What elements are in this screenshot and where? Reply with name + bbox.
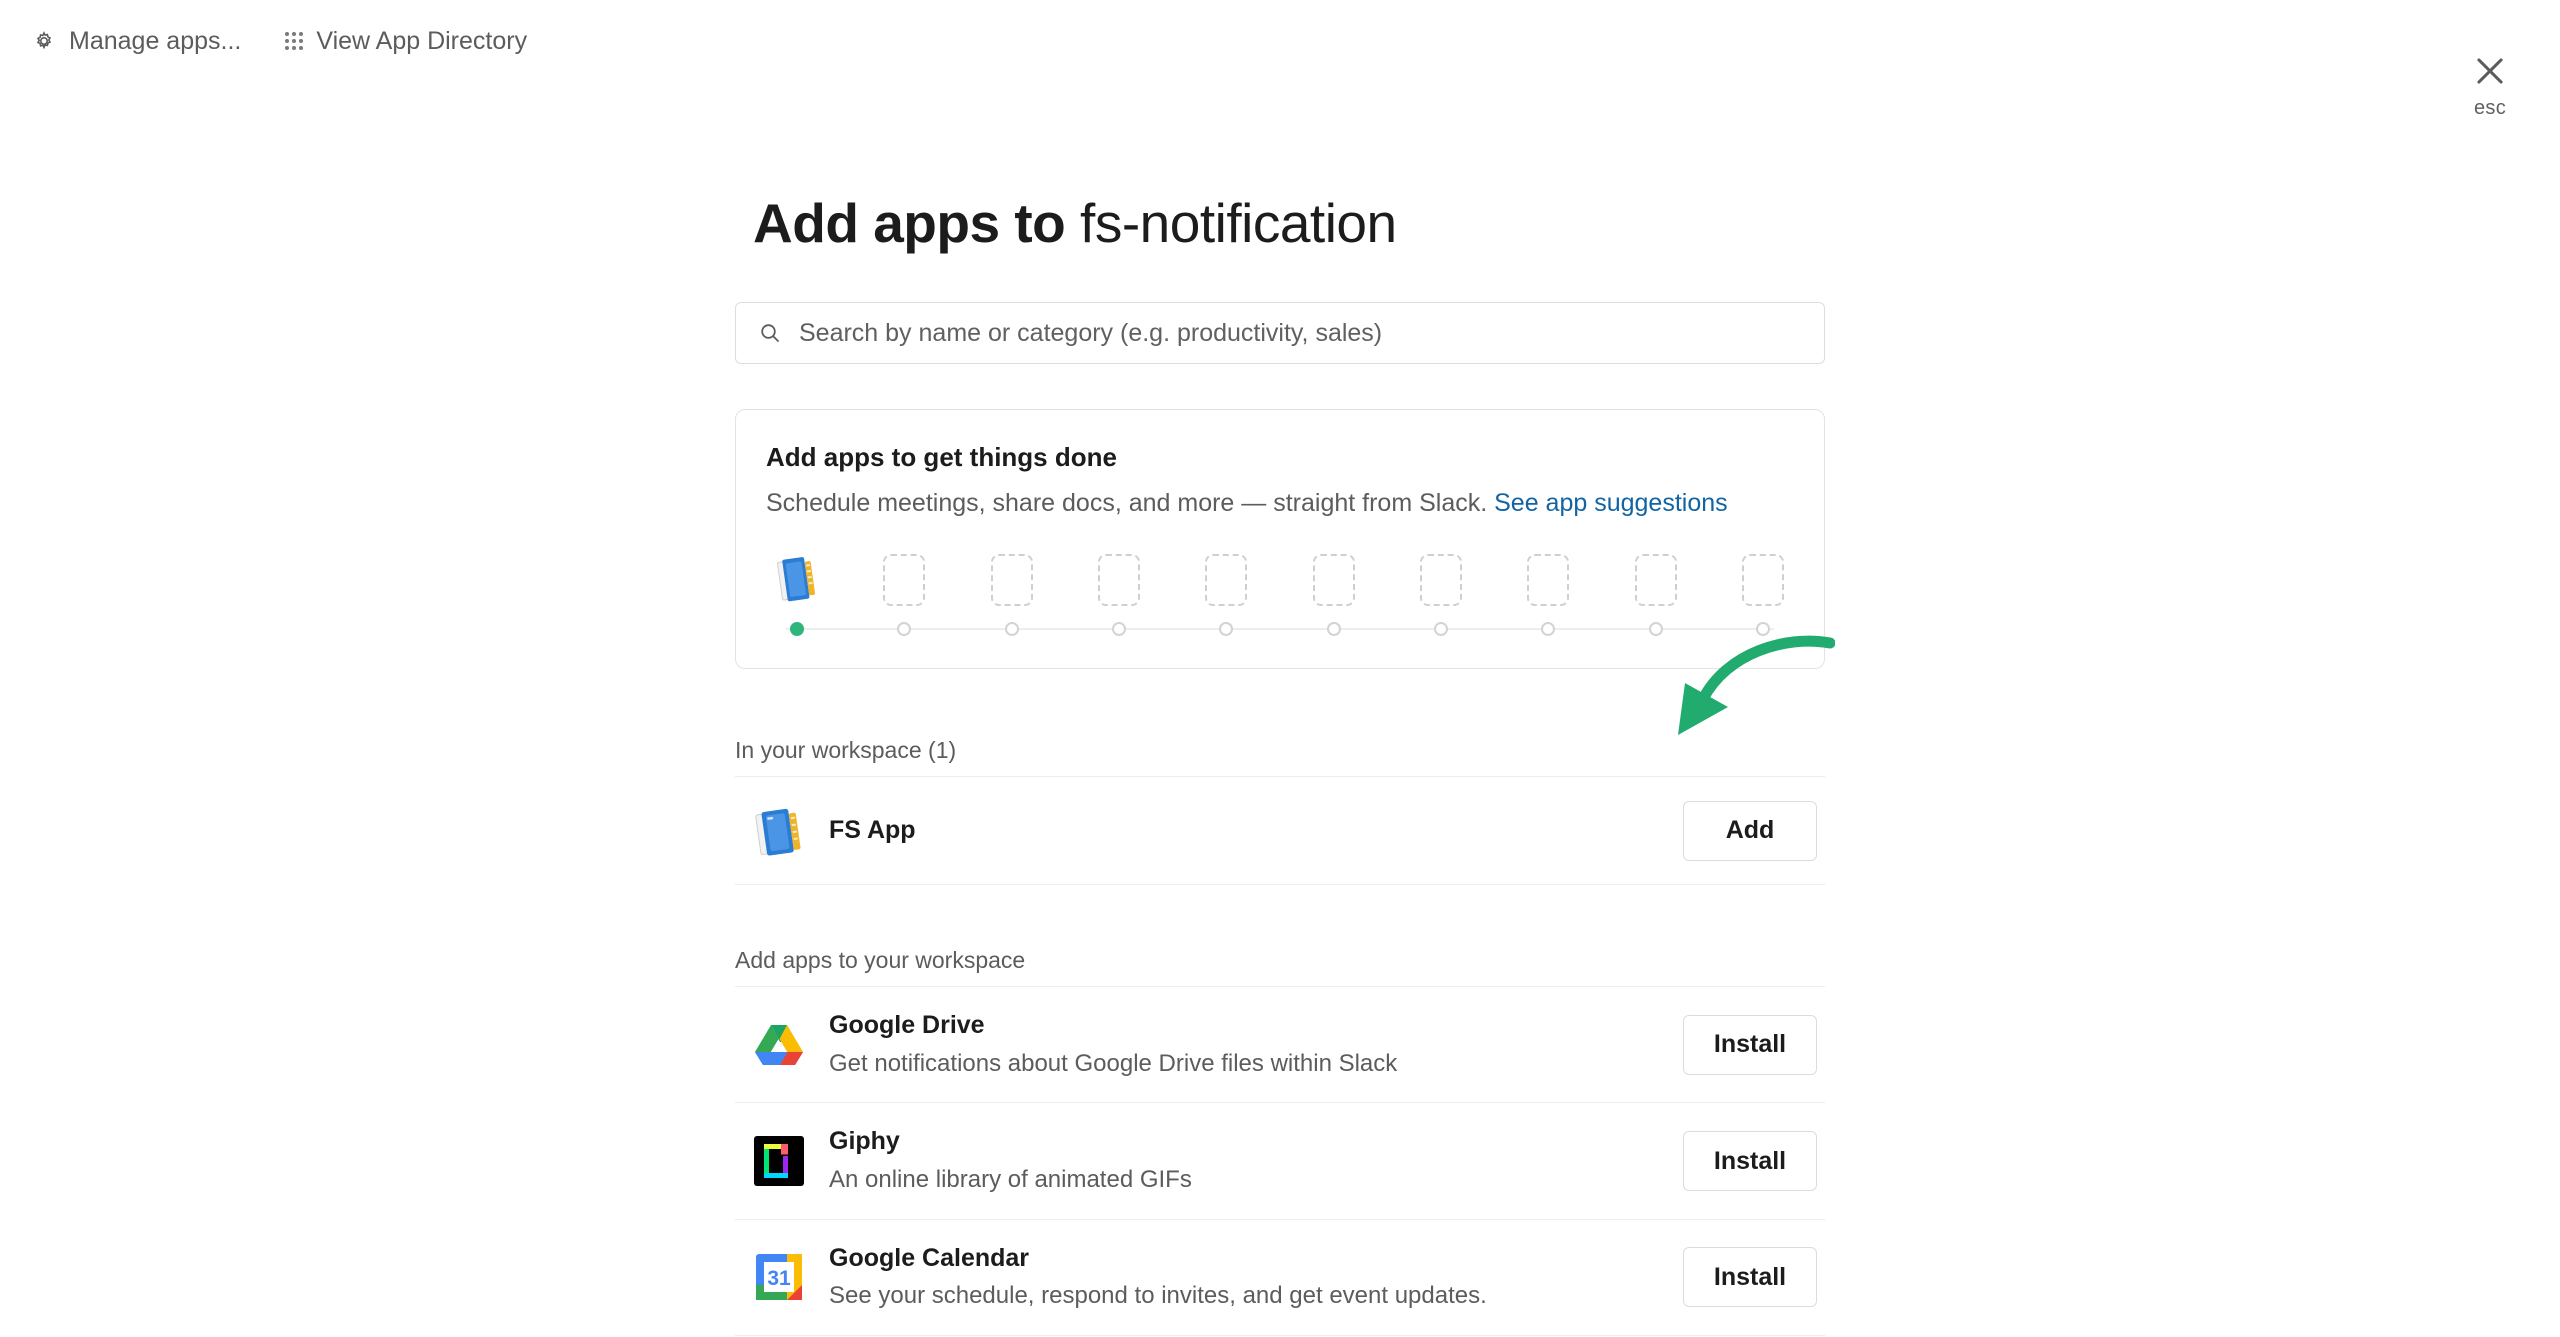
promo-subtitle-text: Schedule meetings, share docs, and more … [766, 489, 1488, 517]
stepper-dot [1648, 622, 1663, 636]
stepper-dot [1433, 622, 1448, 636]
app-name: Google Calendar [829, 1243, 1030, 1272]
add-button[interactable]: Add [1683, 800, 1817, 861]
stepper-dot-row [772, 616, 1788, 642]
stepper-slot-empty[interactable] [883, 554, 926, 606]
install-button[interactable]: Install [1683, 1247, 1817, 1308]
suggested-app-list: Google Drive Get notifications about Goo… [735, 986, 1825, 1337]
app-description: Get notifications about Google Drive fil… [829, 1049, 1398, 1077]
app-progress-stepper [766, 546, 1794, 642]
table-row: Google Drive Get notifications about Goo… [735, 987, 1825, 1104]
google-drive-icon [753, 1019, 805, 1071]
app-name: FS App [829, 815, 916, 844]
search-box[interactable] [735, 302, 1825, 364]
svg-text:31: 31 [767, 1267, 791, 1290]
giphy-icon [753, 1135, 805, 1187]
promo-card: Add apps to get things done Schedule mee… [735, 409, 1825, 669]
install-button[interactable]: Install [1683, 1014, 1817, 1075]
stepper-slot-empty[interactable] [990, 554, 1033, 606]
table-row: Giphy An online library of animated GIFs… [735, 1103, 1825, 1220]
stepper-slot-filled-fs-app[interactable] [776, 554, 818, 606]
promo-title: Add apps to get things done [766, 442, 1117, 472]
suggested-section-label: Add apps to your workspace [735, 947, 1026, 973]
stepper-dot [1755, 622, 1770, 636]
see-app-suggestions-link[interactable]: See app suggestions [1494, 489, 1728, 517]
stepper-slot-row [772, 546, 1788, 606]
stepper-slot-empty[interactable] [1741, 554, 1784, 606]
workspace-app-list: FS App Add [735, 776, 1825, 885]
table-row: FS App Add [735, 777, 1825, 885]
stepper-slot-empty[interactable] [1097, 554, 1140, 606]
stepper-slot-empty[interactable] [1312, 554, 1355, 606]
app-description: See your schedule, respond to invites, a… [829, 1282, 1487, 1310]
stepper-connector-line [786, 628, 1774, 630]
app-meta: FS App [829, 814, 1683, 848]
search-input[interactable] [799, 318, 1802, 348]
app-description: An online library of animated GIFs [829, 1166, 1192, 1194]
google-calendar-icon: 31 [753, 1251, 805, 1303]
workspace-section-label: In your workspace (1) [735, 737, 957, 763]
stepper-slot-empty[interactable] [1205, 554, 1248, 606]
stepper-dot [1326, 622, 1341, 636]
app-meta: Google Drive Get notifications about Goo… [829, 1009, 1683, 1080]
stepper-dot [1219, 622, 1234, 636]
app-name: Giphy [829, 1127, 900, 1156]
stepper-slot-empty[interactable] [1527, 554, 1570, 606]
install-button[interactable]: Install [1683, 1131, 1817, 1192]
table-row: 31 Google Calendar See your schedule, re… [735, 1220, 1825, 1337]
page-title-prefix: Add apps to [753, 192, 1066, 254]
stepper-slot-empty[interactable] [1634, 554, 1677, 606]
app-meta: Google Calendar See your schedule, respo… [829, 1242, 1683, 1313]
workspace-name: fs-notification [1080, 192, 1397, 254]
stepper-dot [1004, 622, 1019, 636]
app-name: Google Drive [829, 1011, 985, 1039]
page-title: Add apps to fs-notification [735, 190, 1825, 256]
stepper-dot [897, 622, 912, 636]
stepper-slot-empty[interactable] [1419, 554, 1462, 606]
stepper-dot [1541, 622, 1556, 636]
fs-app-icon [753, 805, 805, 857]
promo-subtitle: Schedule meetings, share docs, and more … [766, 489, 1794, 518]
search-icon [758, 321, 782, 345]
stepper-dot-active [790, 622, 804, 636]
stepper-dot [1111, 622, 1126, 636]
app-meta: Giphy An online library of animated GIFs [829, 1125, 1683, 1196]
main-content: Add apps to fs-notification Add apps to … [0, 0, 2560, 1337]
